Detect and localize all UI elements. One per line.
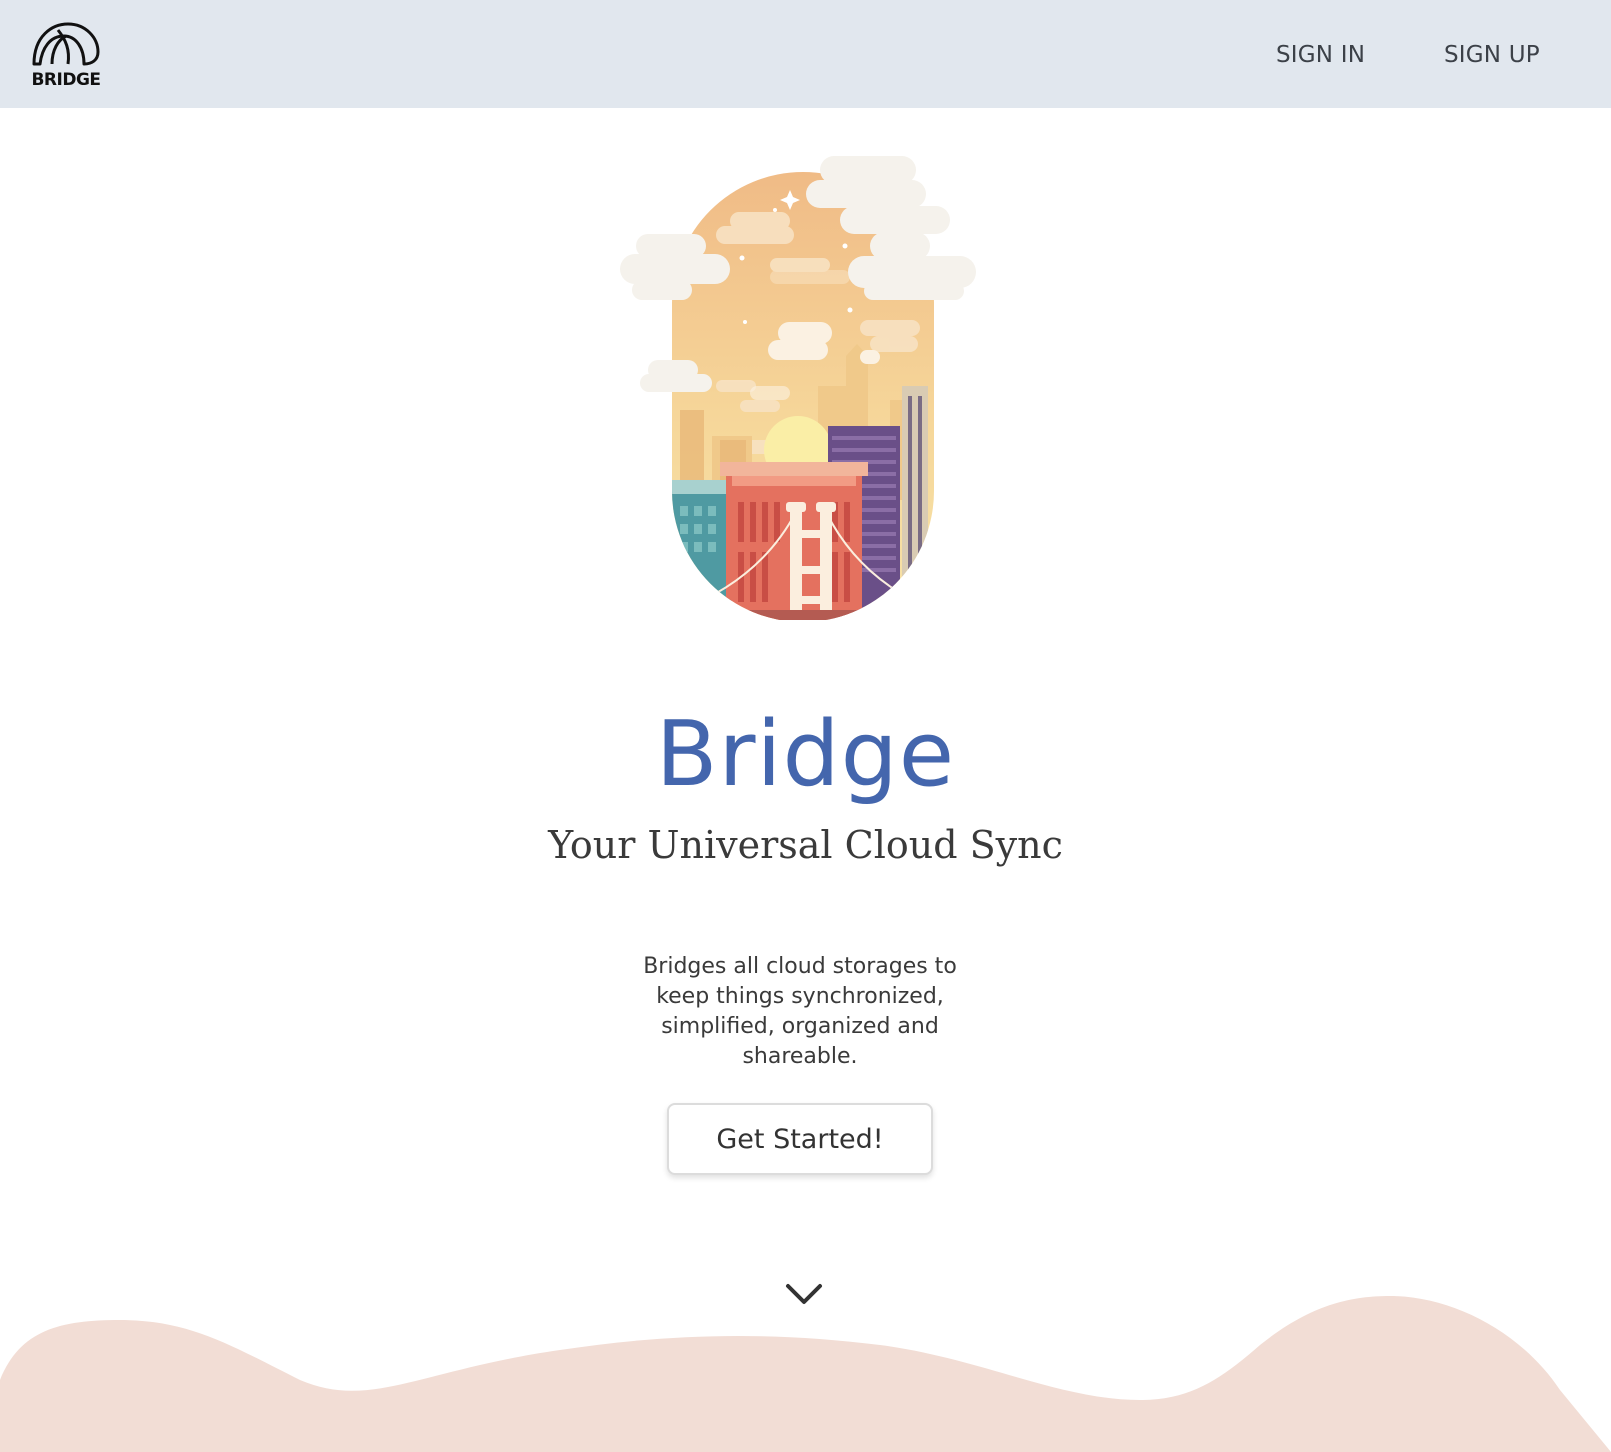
- city-illustration: [620, 156, 976, 620]
- get-started-button[interactable]: Get Started!: [667, 1103, 933, 1175]
- sign-up-link[interactable]: SIGN UP: [1444, 42, 1540, 68]
- brand-logo[interactable]: BRIDGE: [28, 18, 104, 96]
- landing-page: BRIDGE SIGN IN SIGN UP Bridge Your Unive…: [0, 0, 1611, 1452]
- footer-wave: [0, 1296, 1611, 1452]
- hero-subtitle: Your Universal Cloud Sync: [548, 823, 1063, 867]
- logo-text: BRIDGE: [31, 70, 101, 90]
- bridge-arch-icon: [32, 22, 100, 66]
- hero-title: Bridge: [655, 702, 956, 807]
- sign-in-link[interactable]: SIGN IN: [1276, 42, 1365, 68]
- top-header: BRIDGE SIGN IN SIGN UP: [0, 0, 1611, 108]
- hero-description: Bridges all cloud storages to keep thing…: [643, 954, 957, 1069]
